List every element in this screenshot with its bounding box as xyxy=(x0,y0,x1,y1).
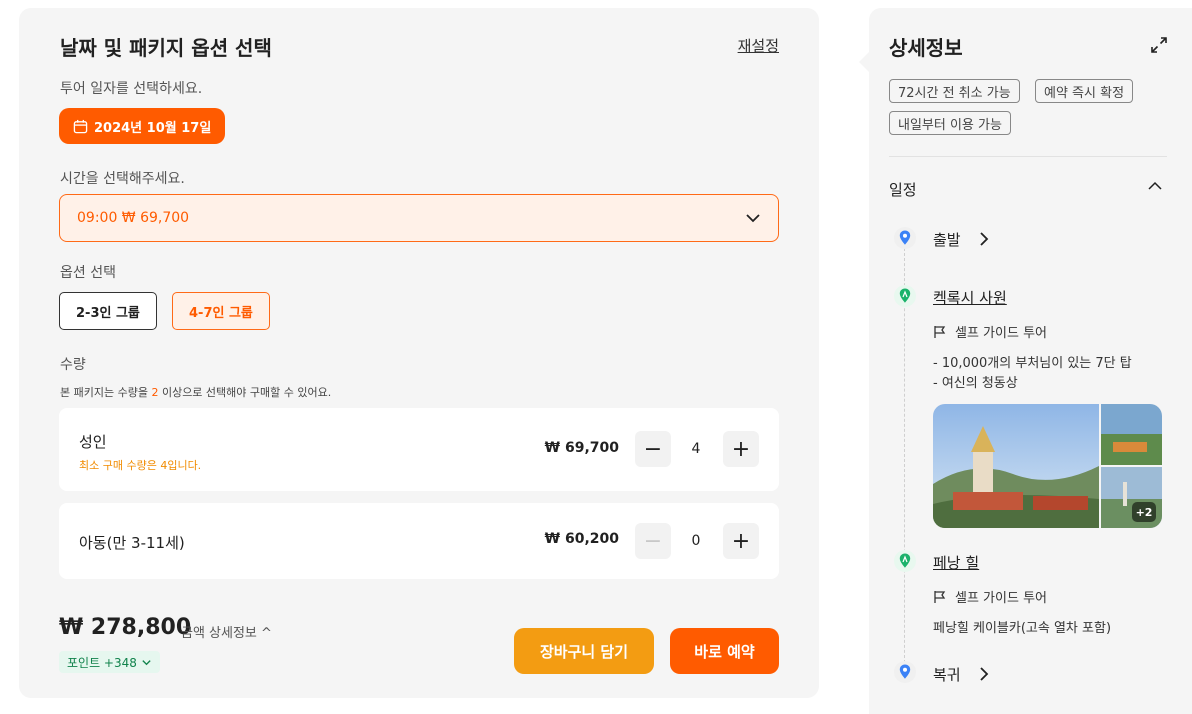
quantity-note: 본 패키지는 수량을 2 이상으로 선택해야 구매할 수 있어요. xyxy=(60,386,332,399)
tag-available-tomorrow: 내일부터 이용 가능 xyxy=(889,111,1011,135)
stop-description: - 10,000개의 부처님이 있는 7단 탑 - 여신의 청동상 xyxy=(933,356,1132,391)
time-value: 09:00 ₩ 69,700 xyxy=(77,210,190,226)
flag-icon xyxy=(934,325,946,338)
quantity-prompt: 수량 xyxy=(60,357,86,373)
stop-departure[interactable]: 출발 xyxy=(933,229,961,250)
location-pin-icon xyxy=(894,661,916,683)
expand-icon[interactable] xyxy=(1149,35,1169,55)
booking-title: 날짜 및 패키지 옵션 선택 xyxy=(60,36,272,60)
more-photos-badge: +2 xyxy=(1132,502,1156,522)
stop-return[interactable]: 복귀 xyxy=(933,664,961,685)
decrement-button[interactable]: − xyxy=(635,431,671,467)
guide-row: 셀프 가이드 투어 xyxy=(933,322,1047,341)
stop-kek-lok-si[interactable]: 켁록시 사원 xyxy=(933,287,1007,308)
quantity-row-child: 아동(만 3-11세) ₩ 60,200 − 0 + xyxy=(59,503,779,579)
tag-instant-confirm: 예약 즉시 확정 xyxy=(1035,79,1134,103)
location-pin-icon xyxy=(894,227,916,249)
points-label: 포인트 +348 xyxy=(67,655,137,670)
row-name: 성인 xyxy=(79,433,107,451)
chevron-right-icon[interactable] xyxy=(977,232,991,246)
option-2-3-group[interactable]: 2-3인 그룹 xyxy=(59,292,157,330)
row-price: ₩ 69,700 xyxy=(544,440,619,456)
increment-button[interactable]: + xyxy=(723,523,759,559)
date-value: 2024년 10월 17일 xyxy=(94,120,212,136)
decrement-button[interactable]: − xyxy=(635,523,671,559)
price-detail-link[interactable]: 금액 상세정보 ^ xyxy=(181,622,272,641)
chevron-right-icon[interactable] xyxy=(977,667,991,681)
panel-notch xyxy=(859,52,869,72)
option-4-7-group[interactable]: 4-7인 그룹 xyxy=(172,292,270,330)
row-name: 아동(만 3-11세) xyxy=(79,534,185,552)
divider xyxy=(889,156,1167,157)
total-price: ₩ 278,800 xyxy=(59,615,192,640)
time-prompt: 시간을 선택해주세요. xyxy=(60,171,185,187)
chevron-up-icon[interactable] xyxy=(1147,178,1163,194)
itinerary-title: 일정 xyxy=(889,181,917,199)
date-button[interactable]: 2024년 10월 17일 xyxy=(59,108,226,144)
photo-gallery[interactable]: +2 xyxy=(933,404,1162,528)
guide-row: 셀프 가이드 투어 xyxy=(933,587,1047,606)
date-prompt: 투어 일자를 선택하세요. xyxy=(60,81,203,97)
row-price: ₩ 60,200 xyxy=(544,531,619,547)
attraction-pin-icon xyxy=(894,285,916,307)
stop-description: 페낭힐 케이블카(고속 열차 포함) xyxy=(933,621,1112,636)
details-panel: 상세정보 72시간 전 취소 가능 예약 즉시 확정 내일부터 이용 가능 일정… xyxy=(859,8,1192,714)
time-select[interactable]: 09:00 ₩ 69,700 xyxy=(59,194,779,242)
option-prompt: 옵션 선택 xyxy=(60,265,116,281)
quantity-row-adult: 성인 최소 구매 수량은 4입니다. ₩ 69,700 − 4 + xyxy=(59,408,779,491)
flag-icon xyxy=(934,590,946,603)
temple-photo xyxy=(933,404,1162,528)
points-badge[interactable]: 포인트 +348 xyxy=(59,651,160,673)
details-title: 상세정보 xyxy=(889,36,963,60)
booking-panel: 날짜 및 패키지 옵션 선택 재설정 투어 일자를 선택하세요. 2024년 1… xyxy=(19,8,819,698)
timeline-line xyxy=(904,248,905,668)
add-to-cart-button[interactable]: 장바구니 담기 xyxy=(514,628,654,674)
reset-link[interactable]: 재설정 xyxy=(738,35,779,56)
chevron-down-icon xyxy=(746,214,760,223)
quantity-value: 4 xyxy=(691,441,701,457)
attraction-pin-icon xyxy=(894,550,916,572)
tag-cancellation: 72시간 전 취소 가능 xyxy=(889,79,1020,103)
stop-penang-hill[interactable]: 페낭 힐 xyxy=(933,552,979,573)
quantity-value: 0 xyxy=(691,533,701,549)
book-now-button[interactable]: 바로 예약 xyxy=(670,628,779,674)
calendar-icon xyxy=(73,119,88,133)
increment-button[interactable]: + xyxy=(723,431,759,467)
chevron-down-icon xyxy=(142,659,151,665)
row-note: 최소 구매 수량은 4입니다. xyxy=(79,459,202,472)
